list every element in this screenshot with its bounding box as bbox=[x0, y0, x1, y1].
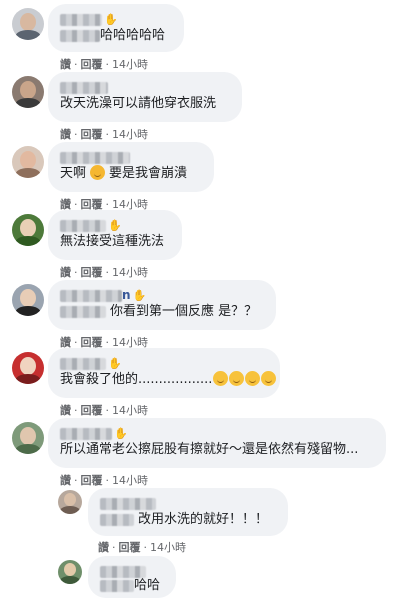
commenter-name[interactable] bbox=[60, 357, 106, 370]
like-link[interactable]: 讚 bbox=[60, 404, 71, 417]
wave-icon: ✋ bbox=[104, 12, 118, 26]
avatar[interactable] bbox=[58, 560, 82, 584]
comment-actions: 讚 · 回覆 · 14小時 bbox=[60, 266, 148, 279]
comment-text: 改用水洗的就好！！！ bbox=[138, 512, 269, 527]
commenter-name-suffix: n bbox=[122, 288, 131, 302]
comment-text: 改天洗澡可以請他穿衣服洗 bbox=[60, 96, 217, 111]
smile-emoji-icon bbox=[213, 371, 229, 386]
comment-actions: 讚 · 回覆 · 14小時 bbox=[60, 474, 148, 487]
commenter-name[interactable] bbox=[100, 565, 146, 578]
commenter-name[interactable] bbox=[60, 13, 102, 26]
comment-actions: 讚 · 回覆 · 14小時 bbox=[60, 58, 148, 71]
comment-actions: 讚 · 回覆 · 14小時 bbox=[60, 128, 148, 141]
wave-icon: ✋ bbox=[108, 356, 122, 370]
timestamp[interactable]: 14小時 bbox=[112, 474, 148, 487]
comment-bubble: ✋ 無法接受這種洗法 bbox=[48, 210, 182, 260]
reply-link[interactable]: 回覆 bbox=[81, 404, 103, 417]
comment-bubble: ✋ 所以通常老公擦屁股有擦就好～還是依然有殘留物... bbox=[48, 418, 386, 468]
comment-bubble: 改天洗澡可以請他穿衣服洗 bbox=[48, 72, 242, 122]
like-link[interactable]: 讚 bbox=[60, 58, 71, 71]
comment-text: 哈哈哈哈哈 bbox=[100, 28, 166, 43]
comment-bubble: ✋ 哈哈哈哈哈 bbox=[48, 4, 184, 52]
smile-emoji-icon bbox=[261, 371, 277, 386]
tagged-name[interactable] bbox=[60, 29, 100, 42]
tagged-name[interactable] bbox=[100, 579, 134, 592]
avatar[interactable] bbox=[12, 76, 44, 108]
reply-link[interactable]: 回覆 bbox=[81, 128, 103, 141]
smile-emoji-icon bbox=[245, 371, 261, 386]
reply-link[interactable]: 回覆 bbox=[119, 541, 141, 554]
comment-bubble: 哈哈 bbox=[88, 556, 176, 598]
commenter-name[interactable] bbox=[60, 289, 122, 302]
comment-text: 無法接受這種洗法 bbox=[60, 234, 165, 249]
commenter-name[interactable] bbox=[60, 81, 108, 94]
like-link[interactable]: 讚 bbox=[60, 128, 71, 141]
comment-bubble: 天啊 要是我會崩潰 bbox=[48, 142, 214, 192]
smile-emoji-icon bbox=[229, 371, 245, 386]
comment-bubble: n ✋ 你看到第一個反應 是？？ bbox=[48, 280, 276, 330]
reply-link[interactable]: 回覆 bbox=[81, 474, 103, 487]
avatar[interactable] bbox=[12, 146, 44, 178]
reply-link[interactable]: 回覆 bbox=[81, 58, 103, 71]
commenter-name[interactable] bbox=[60, 219, 106, 232]
avatar[interactable] bbox=[12, 422, 44, 454]
comment-text-continued: 要是我會崩潰 bbox=[109, 166, 188, 181]
like-link[interactable]: 讚 bbox=[60, 266, 71, 279]
comment-text: 所以通常老公擦屁股有擦就好～還是依然有殘留物... bbox=[60, 442, 359, 457]
timestamp[interactable]: 14小時 bbox=[112, 404, 148, 417]
timestamp[interactable]: 14小時 bbox=[150, 541, 186, 554]
like-link[interactable]: 讚 bbox=[60, 474, 71, 487]
avatar[interactable] bbox=[12, 214, 44, 246]
avatar[interactable] bbox=[58, 490, 82, 514]
wow-emoji-icon bbox=[90, 165, 106, 180]
comment-bubble: 改用水洗的就好！！！ bbox=[88, 488, 288, 536]
comment-text: 哈哈 bbox=[134, 578, 161, 593]
avatar[interactable] bbox=[12, 8, 44, 40]
commenter-name[interactable] bbox=[60, 151, 130, 164]
wave-icon: ✋ bbox=[132, 288, 147, 302]
comment-text: 你看到第一個反應 是？？ bbox=[110, 304, 258, 319]
avatar[interactable] bbox=[12, 352, 44, 384]
commenter-name[interactable] bbox=[60, 427, 112, 440]
timestamp[interactable]: 14小時 bbox=[112, 128, 148, 141]
avatar[interactable] bbox=[12, 284, 44, 316]
comment-text: 我會殺了他的.................. bbox=[60, 372, 213, 387]
tagged-name[interactable] bbox=[60, 305, 106, 318]
commenter-name[interactable] bbox=[100, 497, 156, 510]
tagged-name[interactable] bbox=[100, 513, 134, 526]
like-link[interactable]: 讚 bbox=[98, 541, 109, 554]
wave-icon: ✋ bbox=[108, 218, 122, 232]
comment-text: 天啊 bbox=[60, 166, 87, 181]
comment-actions: 讚 · 回覆 · 14小時 bbox=[98, 541, 186, 554]
timestamp[interactable]: 14小時 bbox=[112, 58, 148, 71]
reply-link[interactable]: 回覆 bbox=[81, 266, 103, 279]
wave-icon: ✋ bbox=[114, 426, 128, 440]
comment-bubble: ✋ 我會殺了他的.................. bbox=[48, 348, 280, 398]
timestamp[interactable]: 14小時 bbox=[112, 266, 148, 279]
comment-actions: 讚 · 回覆 · 14小時 bbox=[60, 404, 148, 417]
